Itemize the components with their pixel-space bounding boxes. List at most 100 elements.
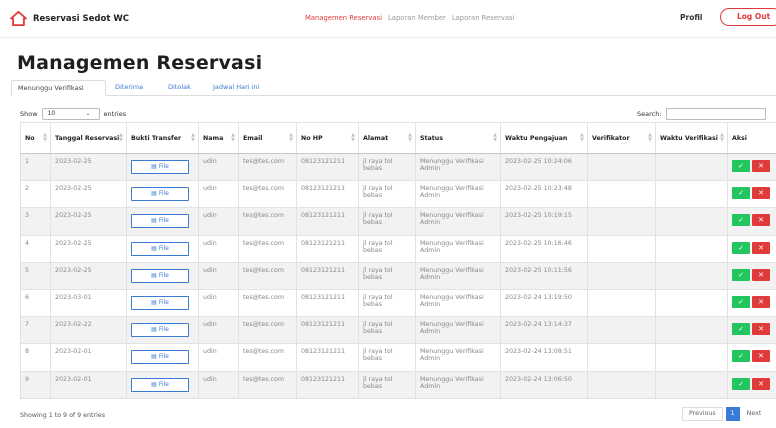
cell-verifikator bbox=[587, 370, 656, 399]
nav-managemen-reservasi[interactable]: Managemen Reservasi bbox=[305, 14, 382, 22]
file-button[interactable]: ▤ File bbox=[131, 160, 189, 174]
reject-button[interactable]: ✕ bbox=[752, 377, 770, 390]
sort-icon: ▲ ▼ bbox=[580, 132, 584, 143]
file-label: File bbox=[158, 244, 169, 252]
reject-button[interactable]: ✕ bbox=[752, 350, 770, 363]
show-entries: Show 10 ⌄ entries bbox=[20, 108, 126, 120]
approve-button[interactable]: ✓ bbox=[732, 241, 750, 254]
column-header[interactable]: Nama ▲ ▼ bbox=[198, 122, 239, 154]
cell-verifikator bbox=[587, 152, 656, 182]
reject-button[interactable]: ✕ bbox=[752, 241, 770, 254]
file-icon: ▤ bbox=[151, 217, 157, 225]
cell-hp: 08123121211 bbox=[296, 261, 359, 290]
file-button[interactable]: ▤ File bbox=[131, 377, 189, 392]
column-header-label: Status bbox=[420, 134, 444, 142]
entries-select[interactable]: 10 ⌄ bbox=[41, 108, 100, 120]
reject-button[interactable]: ✕ bbox=[752, 160, 770, 172]
cell-tanggal: 2023-03-01 bbox=[50, 288, 127, 318]
cell-nama: udin bbox=[198, 152, 239, 182]
cell-bukti-transfer: ▤ File bbox=[126, 261, 199, 290]
file-button[interactable]: ▤ File bbox=[131, 295, 189, 310]
pagination: Previous 1 Next bbox=[682, 407, 765, 421]
column-header-label: No HP bbox=[301, 134, 323, 142]
column-header[interactable]: Waktu Verifikasi ▲ ▼ bbox=[655, 122, 728, 154]
file-button[interactable]: ▤ File bbox=[131, 323, 189, 338]
column-header[interactable]: No ▲ ▼ bbox=[20, 122, 51, 154]
cell-alamat: jl raya tol bebas bbox=[358, 180, 416, 209]
cell-alamat: jl raya tol bebas bbox=[358, 288, 416, 318]
search-input[interactable] bbox=[665, 108, 766, 120]
page-1-button[interactable]: 1 bbox=[725, 407, 740, 421]
approve-button[interactable]: ✓ bbox=[732, 214, 750, 227]
cell-verifikator bbox=[587, 207, 656, 236]
x-icon: ✕ bbox=[758, 270, 764, 279]
file-button[interactable]: ▤ File bbox=[131, 350, 189, 365]
file-button[interactable]: ▤ File bbox=[131, 268, 189, 283]
cell-email: tes@tes.com bbox=[238, 234, 297, 263]
approve-button[interactable]: ✓ bbox=[732, 268, 750, 281]
sort-icon: ▲ ▼ bbox=[648, 132, 652, 143]
approve-button[interactable]: ✓ bbox=[732, 187, 750, 200]
cell-bukti-transfer: ▤ File bbox=[126, 152, 199, 182]
cell-aksi: ✓ ✕ bbox=[727, 180, 776, 209]
column-header[interactable]: Waktu Pengajuan ▲ ▼ bbox=[500, 122, 588, 154]
cell-status: Menunggu Verifikasi Admin bbox=[415, 152, 501, 182]
column-header-label: Email bbox=[243, 134, 263, 142]
nav-laporan-member[interactable]: Laporan Member bbox=[388, 14, 446, 22]
previous-button[interactable]: Previous bbox=[682, 407, 723, 421]
cell-alamat: jl raya tol bebas bbox=[358, 152, 416, 182]
reject-button[interactable]: ✕ bbox=[752, 187, 770, 200]
tab-jadwal-hari-ini[interactable]: Jadwal Hari ini bbox=[207, 80, 265, 96]
approve-button[interactable]: ✓ bbox=[732, 377, 750, 390]
next-button[interactable]: Next bbox=[743, 407, 766, 421]
file-label: File bbox=[158, 217, 169, 225]
column-header[interactable]: Aksi bbox=[727, 122, 776, 154]
cell-verifikator bbox=[587, 316, 656, 345]
cell-hp: 08123121211 bbox=[296, 316, 359, 345]
column-header[interactable]: No HP ▲ ▼ bbox=[296, 122, 359, 154]
cell-bukti-transfer: ▤ File bbox=[126, 234, 199, 263]
column-header[interactable]: Tanggal Reservasi ▲ ▼ bbox=[50, 122, 127, 154]
table-row: 7 2023-02-22 ▤ File udin tes@tes.com 081231212… bbox=[20, 316, 776, 345]
approve-button[interactable]: ✓ bbox=[732, 350, 750, 363]
column-header[interactable]: Email ▲ ▼ bbox=[238, 122, 297, 154]
approve-button[interactable]: ✓ bbox=[732, 295, 750, 308]
nav-laporan-reservasi[interactable]: Laporan Reservasi bbox=[452, 14, 515, 22]
cell-no: 1 bbox=[20, 152, 51, 182]
tab-diterima[interactable]: Diterima bbox=[109, 80, 149, 96]
table-row: 1 2023-02-25 ▤ File udin tes@tes.com 081231212… bbox=[20, 152, 776, 182]
column-header[interactable]: Status ▲ ▼ bbox=[415, 122, 501, 154]
cell-tanggal: 2023-02-25 bbox=[50, 261, 127, 290]
brand[interactable]: Reservasi Sedot WC bbox=[10, 11, 129, 26]
tab-menunggu-verifikasi[interactable]: Menunggu Verifikasi bbox=[11, 80, 106, 96]
cell-nama: udin bbox=[198, 370, 239, 399]
cell-hp: 08123121211 bbox=[296, 234, 359, 263]
column-header[interactable]: Alamat ▲ ▼ bbox=[358, 122, 416, 154]
file-button[interactable]: ▤ File bbox=[131, 241, 189, 256]
reject-button[interactable]: ✕ bbox=[752, 323, 770, 336]
reject-button[interactable]: ✕ bbox=[752, 268, 770, 281]
cell-aksi: ✓ ✕ bbox=[727, 234, 776, 263]
approve-button[interactable]: ✓ bbox=[732, 160, 750, 172]
column-header[interactable]: Bukti Transfer ▲ ▼ bbox=[126, 122, 199, 154]
cell-nama: udin bbox=[198, 343, 239, 372]
cell-aksi: ✓ ✕ bbox=[727, 261, 776, 290]
file-button[interactable]: ▤ File bbox=[131, 214, 189, 229]
main-nav: Managemen Reservasi Laporan Member Lapor… bbox=[305, 14, 514, 22]
file-button[interactable]: ▤ File bbox=[131, 187, 189, 202]
reject-button[interactable]: ✕ bbox=[752, 295, 770, 308]
cell-no: 5 bbox=[20, 261, 51, 290]
logout-button[interactable]: Log Out bbox=[720, 8, 776, 26]
action-group: ✓ ✕ bbox=[732, 214, 776, 227]
cell-email: tes@tes.com bbox=[238, 152, 297, 182]
column-header[interactable]: Verifikator ▲ ▼ bbox=[587, 122, 656, 154]
cell-email: tes@tes.com bbox=[238, 343, 297, 372]
action-group: ✓ ✕ bbox=[732, 295, 776, 308]
tab-ditolak[interactable]: Ditolak bbox=[162, 80, 197, 96]
approve-button[interactable]: ✓ bbox=[732, 323, 750, 336]
reject-button[interactable]: ✕ bbox=[752, 214, 770, 227]
cell-waktu_verifikasi bbox=[655, 234, 728, 263]
cell-bukti-transfer: ▤ File bbox=[126, 316, 199, 345]
cell-bukti-transfer: ▤ File bbox=[126, 288, 199, 318]
profil-link[interactable]: Profil bbox=[680, 13, 702, 22]
